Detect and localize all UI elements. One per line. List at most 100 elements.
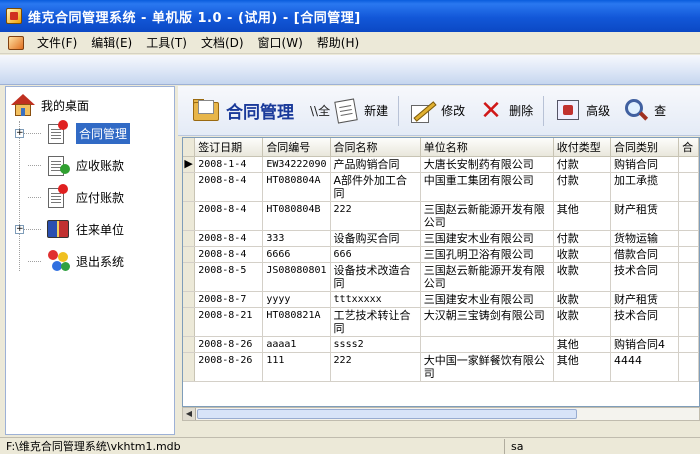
row-indicator[interactable] [183, 291, 196, 308]
table-cell[interactable]: 财产租赁 [610, 201, 680, 231]
table-cell[interactable]: 技术合同 [610, 307, 680, 337]
sidebar-item-payables[interactable]: 应付账款 [44, 183, 124, 211]
new-button[interactable]: 新建 [330, 93, 390, 129]
table-cell[interactable]: 中国重工集团有限公司 [420, 172, 554, 202]
table-cell[interactable]: 4444 [610, 352, 680, 382]
table-cell[interactable]: JS08080801 [262, 262, 331, 292]
row-indicator[interactable] [183, 262, 196, 292]
expand-contacts-toggle[interactable]: + [15, 225, 24, 234]
table-cell[interactable]: 6666 [262, 246, 331, 263]
table-cell[interactable]: 收款 [553, 262, 612, 292]
document-menu-icon[interactable] [8, 35, 24, 50]
table-cell[interactable]: 2008-8-4 [194, 246, 264, 263]
table-cell[interactable]: 2008-8-4 [194, 172, 264, 202]
table-cell[interactable]: 大唐长安制药有限公司 [420, 156, 554, 173]
column-header[interactable]: 合 [678, 138, 699, 157]
table-row[interactable]: 2008-8-5 JS08080801 设备技术改造合同 三国赵云新能源开发有限公司收… [183, 262, 699, 292]
column-header[interactable]: 单位名称 [420, 138, 554, 157]
table-cell[interactable]: 购销合同 [610, 156, 680, 173]
row-indicator[interactable] [183, 230, 196, 247]
table-cell[interactable]: 2008-1-4 [194, 156, 264, 173]
table-cell[interactable]: 三国孔明卫浴有限公司 [420, 246, 554, 263]
table-cell[interactable] [678, 246, 699, 263]
table-cell[interactable]: 购销合同4 [610, 336, 680, 353]
advanced-button[interactable]: 高级 [552, 93, 612, 129]
table-cell[interactable] [678, 307, 699, 337]
edit-button[interactable]: 修改 [407, 93, 467, 129]
table-cell[interactable]: 收款 [553, 246, 612, 263]
table-cell[interactable]: 加工承揽 [610, 172, 680, 202]
row-indicator[interactable] [183, 246, 196, 263]
table-row[interactable]: 2008-8-26 aaaa1 ssss2 其他 购销合同4 [183, 336, 699, 353]
table-row[interactable]: 2008-8-26 111 222 大中国一家鲜餐饮有限公司 其他 4444 [183, 352, 699, 382]
table-cell[interactable]: HT080821A [262, 307, 331, 337]
title-bar[interactable]: 维克合同管理系统 - 单机版 1.0 - (试用) - [合同管理] [0, 0, 700, 32]
table-cell[interactable]: 三国建安木业有限公司 [420, 230, 554, 247]
column-header[interactable]: 合同类别 [610, 138, 680, 157]
table-cell[interactable] [678, 201, 699, 231]
row-indicator[interactable] [183, 352, 196, 382]
table-cell[interactable]: 付款 [553, 172, 612, 202]
sidebar-item-contracts[interactable]: 合同管理 [44, 119, 131, 147]
sidebar-item-receivables[interactable]: 应收账款 [44, 151, 124, 179]
sidebar-item-exit[interactable]: 退出系统 [44, 247, 124, 275]
table-cell[interactable]: 其他 [553, 336, 612, 353]
table-cell[interactable]: 333 [262, 230, 331, 247]
table-cell[interactable] [420, 336, 554, 353]
expand-contract-toggle[interactable]: + [15, 129, 24, 138]
table-cell[interactable]: 222 [330, 352, 421, 382]
delete-button[interactable]: ✕ 删除 [475, 93, 535, 129]
table-cell[interactable]: 2008-8-21 [194, 307, 264, 337]
row-indicator[interactable] [183, 201, 196, 231]
table-cell[interactable]: 2008-8-26 [194, 336, 264, 353]
horizontal-scrollbar[interactable]: ◀ [182, 407, 700, 421]
table-cell[interactable]: 2008-8-4 [194, 201, 264, 231]
scroll-left-arrow-icon[interactable]: ◀ [183, 408, 196, 420]
row-indicator[interactable] [183, 172, 196, 202]
table-cell[interactable]: 三国赵云新能源开发有限公司 [420, 201, 554, 231]
contract-grid[interactable]: 签订日期 合同编号 合同名称 单位名称 收付类型 合同类别 合 ▶ 2008-1-… [182, 137, 700, 407]
table-cell[interactable]: 财产租赁 [610, 291, 680, 308]
column-header[interactable]: 收付类型 [553, 138, 612, 157]
table-row[interactable]: 2008-8-4 333 设备购买合同 三国建安木业有限公司 付款 货物运输 [183, 230, 699, 247]
table-cell[interactable]: 222 [330, 201, 421, 231]
table-cell[interactable]: 产品购销合同 [330, 156, 421, 173]
table-cell[interactable]: 付款 [553, 156, 612, 173]
table-cell[interactable]: aaaa1 [262, 336, 331, 353]
table-cell[interactable]: 2008-8-7 [194, 291, 264, 308]
menu-tools[interactable]: 工具(T) [139, 34, 194, 51]
table-cell[interactable]: 技术合同 [610, 262, 680, 292]
menu-help[interactable]: 帮助(H) [310, 34, 366, 51]
table-cell[interactable] [678, 156, 699, 173]
menu-window[interactable]: 窗口(W) [251, 34, 310, 51]
table-row[interactable]: 2008-8-4 HT080804B 222 三国赵云新能源开发有限公司 其他 财产租赁 [183, 201, 699, 231]
table-cell[interactable]: 三国赵云新能源开发有限公司 [420, 262, 554, 292]
table-cell[interactable]: ssss2 [330, 336, 421, 353]
table-cell[interactable] [678, 172, 699, 202]
column-header[interactable]: 签订日期 [194, 138, 264, 157]
table-cell[interactable]: 工艺技术转让合同 [330, 307, 421, 337]
table-cell[interactable] [678, 352, 699, 382]
table-cell[interactable]: 2008-8-5 [194, 262, 264, 292]
menu-documents[interactable]: 文档(D) [194, 34, 251, 51]
row-indicator[interactable]: ▶ [183, 156, 196, 173]
table-cell[interactable]: 付款 [553, 230, 612, 247]
table-row[interactable]: ▶ 2008-1-4 EW34222090 产品购销合同 大唐长安制药有限公司 付款 购销合… [183, 156, 699, 173]
table-cell[interactable] [678, 262, 699, 292]
search-button[interactable]: 查 [620, 93, 668, 129]
sidebar-item-contacts[interactable]: 往来单位 [44, 215, 124, 243]
table-cell[interactable]: 收款 [553, 307, 612, 337]
table-cell[interactable]: 大中国一家鲜餐饮有限公司 [420, 352, 554, 382]
scrollbar-thumb[interactable] [197, 409, 577, 419]
table-cell[interactable]: 2008-8-4 [194, 230, 264, 247]
row-indicator[interactable] [183, 336, 196, 353]
table-row[interactable]: 2008-8-4 HT080804A A部件外加工合同 中国重工集团有限公司 付款 加工承… [183, 172, 699, 202]
tree-root-desktop[interactable]: 我的桌面 [9, 91, 89, 119]
table-cell[interactable]: 设备技术改造合同 [330, 262, 421, 292]
table-cell[interactable]: 设备购买合同 [330, 230, 421, 247]
menu-edit[interactable]: 编辑(E) [84, 34, 139, 51]
table-cell[interactable]: A部件外加工合同 [330, 172, 421, 202]
table-cell[interactable]: 货物运输 [610, 230, 680, 247]
table-cell[interactable]: 2008-8-26 [194, 352, 264, 382]
table-cell[interactable]: EW34222090 [262, 156, 331, 173]
